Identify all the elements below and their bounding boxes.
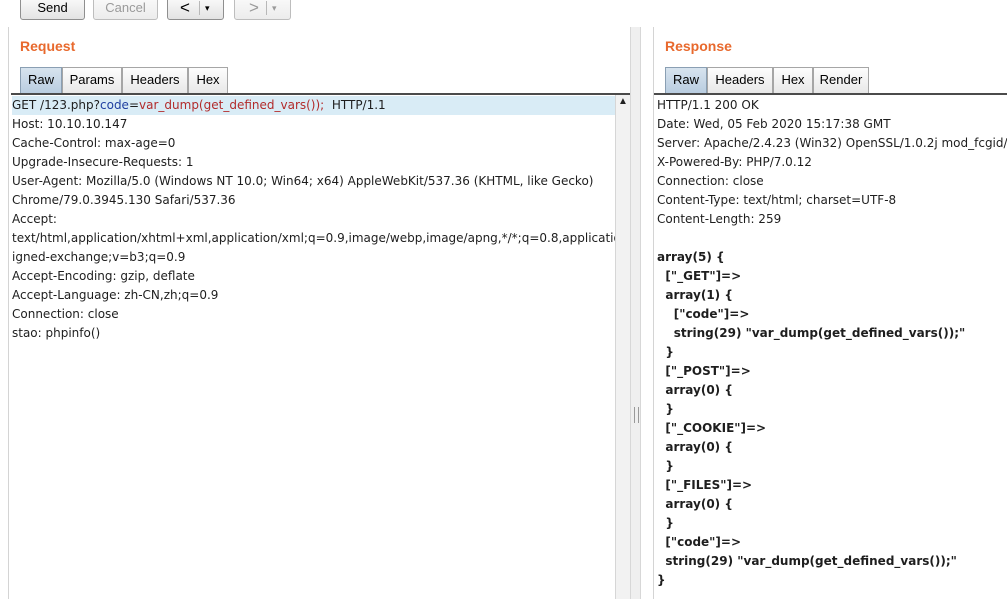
send-button[interactable]: Send — [20, 0, 85, 20]
response-body-line: ["_FILES"]=> — [657, 478, 753, 492]
button-separator — [199, 1, 200, 15]
cancel-button[interactable]: Cancel — [93, 0, 158, 20]
response-header-line: X-Powered-By: PHP/7.0.12 — [657, 155, 812, 169]
response-body-line: } — [657, 402, 674, 416]
request-scrollbar[interactable]: ▲ — [615, 95, 630, 599]
response-body-line: ["code"]=> — [657, 535, 742, 549]
header-line: User-Agent: Mozilla/5.0 (Windows NT 10.0… — [12, 174, 594, 188]
tab-render[interactable]: Render — [813, 67, 869, 93]
response-body-line: string(29) "var_dump(get_defined_vars())… — [657, 326, 966, 340]
back-arrow-icon: < — [180, 0, 190, 17]
tab-raw[interactable]: Raw — [20, 67, 62, 93]
response-body-line: array(0) { — [657, 383, 733, 397]
response-body-line: string(29) "var_dump(get_defined_vars())… — [657, 554, 957, 568]
response-body-line: } — [657, 459, 674, 473]
forward-button[interactable]: > ▾ — [234, 0, 291, 20]
response-body-line: array(0) { — [657, 497, 733, 511]
http-version: HTTP/1.1 — [324, 98, 386, 112]
param-value: var_dump(get_defined_vars()); — [139, 98, 325, 112]
response-body-line: ["code"]=> — [657, 307, 750, 321]
header-line: Connection: close — [12, 307, 119, 321]
tab-headers[interactable]: Headers — [122, 67, 188, 93]
request-editor[interactable]: GET /123.php?code=var_dump(get_defined_v… — [12, 95, 615, 599]
response-body-line: } — [657, 573, 666, 587]
response-body-line: } — [657, 345, 674, 359]
response-title: Response — [665, 38, 732, 54]
header-line: stao: phpinfo() — [12, 326, 101, 340]
button-separator — [266, 1, 267, 15]
response-header-line: Date: Wed, 05 Feb 2020 15:17:38 GMT — [657, 117, 891, 131]
response-body-line: array(1) { — [657, 288, 733, 302]
tab-label: Headers — [130, 72, 180, 87]
toolbar: Send Cancel < ▾ > ▾ — [0, 0, 1007, 27]
tab-label: Hex — [781, 72, 805, 87]
request-method-path: GET /123.php? — [12, 98, 100, 112]
response-body-line: ["_GET"]=> — [657, 269, 742, 283]
header-line: Upgrade-Insecure-Requests: 1 — [12, 155, 194, 169]
tab-label: Raw — [672, 72, 699, 87]
header-line: Accept-Encoding: gzip, deflate — [12, 269, 195, 283]
back-button[interactable]: < ▾ — [167, 0, 224, 20]
tab-headers[interactable]: Headers — [707, 67, 773, 93]
response-header-line: Content-Type: text/html; charset=UTF-8 — [657, 193, 897, 207]
request-panel: Request Raw Params Headers Hex GET /123.… — [9, 27, 630, 599]
response-body-line: array(0) { — [657, 440, 733, 454]
tab-label: Raw — [27, 72, 54, 87]
header-line: igned-exchange;v=b3;q=0.9 — [12, 250, 186, 264]
response-body-line: ["_POST"]=> — [657, 364, 751, 378]
tab-hex[interactable]: Hex — [188, 67, 228, 93]
request-title: Request — [20, 38, 76, 54]
response-header-line: Server: Apache/2.4.23 (Win32) OpenSSL/1.… — [657, 136, 1007, 150]
tab-label: Headers — [715, 72, 765, 87]
header-line: Host: 10.10.10.147 — [12, 117, 128, 131]
tab-raw[interactable]: Raw — [665, 67, 707, 93]
param-name: code — [100, 98, 129, 112]
tab-hex[interactable]: Hex — [773, 67, 813, 93]
panel-splitter[interactable] — [630, 27, 641, 599]
response-status-line: HTTP/1.1 200 OK — [657, 98, 759, 112]
header-line: Accept-Language: zh-CN,zh;q=0.9 — [12, 288, 219, 302]
response-body-line: ["_COOKIE"]=> — [657, 421, 767, 435]
response-body-line: array(5) { — [657, 250, 725, 264]
header-line: Chrome/79.0.3945.130 Safari/537.36 — [12, 193, 236, 207]
chevron-down-icon[interactable]: ▾ — [272, 0, 277, 19]
cancel-label: Cancel — [105, 0, 146, 15]
tab-label: Render — [819, 72, 863, 87]
response-body-line: } — [657, 516, 674, 530]
header-line: Accept: — [12, 212, 57, 226]
tab-label: Params — [69, 72, 115, 87]
chevron-down-icon[interactable]: ▾ — [205, 0, 210, 19]
tab-params[interactable]: Params — [62, 67, 122, 93]
header-line: Cache-Control: max-age=0 — [12, 136, 176, 150]
splitter-grip-icon[interactable] — [634, 407, 639, 423]
response-panel: Response Raw Headers Hex Render HTTP/1.1… — [654, 27, 1007, 599]
scroll-up-arrow-icon[interactable]: ▲ — [618, 95, 628, 109]
response-header-line: Content-Length: 259 — [657, 212, 782, 226]
response-header-line: Connection: close — [657, 174, 764, 188]
send-label: Send — [37, 0, 68, 15]
tab-label: Hex — [196, 72, 220, 87]
param-equals: = — [128, 98, 140, 112]
header-line: text/html,application/xhtml+xml,applicat… — [12, 231, 615, 245]
forward-arrow-icon: > — [249, 0, 259, 17]
request-line: GET /123.php?code=var_dump(get_defined_v… — [12, 96, 615, 115]
response-editor[interactable]: HTTP/1.1 200 OK Date: Wed, 05 Feb 2020 1… — [657, 95, 1007, 599]
